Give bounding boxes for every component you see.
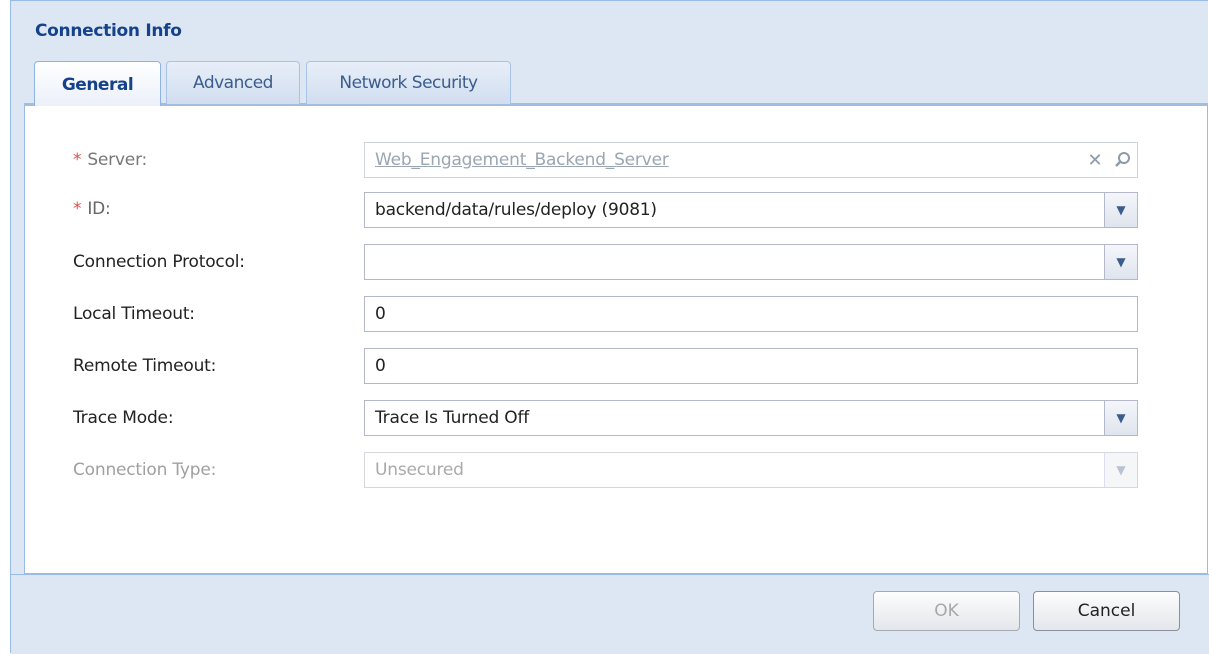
connection-info-dialog: Connection Info General Advanced Network… [10, 0, 1209, 654]
tab-network-security[interactable]: Network Security [306, 61, 511, 104]
tab-general[interactable]: General [34, 61, 161, 107]
tab-strip: General Advanced Network Security [24, 53, 1208, 107]
remote-timeout-input[interactable]: 0 [364, 348, 1138, 384]
local-timeout-label: Local Timeout: [73, 304, 195, 324]
tab-advanced[interactable]: Advanced [166, 61, 300, 104]
dialog-footer: OK Cancel [11, 574, 1209, 654]
connection-protocol-label: Connection Protocol: [73, 252, 245, 272]
server-label: * Server: [73, 150, 148, 170]
connection-type-label: Connection Type: [73, 460, 217, 480]
trace-mode-combobox[interactable]: Trace Is Turned Off ▼ [364, 400, 1138, 436]
trace-mode-value[interactable]: Trace Is Turned Off [365, 408, 1104, 428]
server-field[interactable]: Web_Engagement_Backend_Server ✕ [364, 142, 1138, 178]
local-timeout-input[interactable]: 0 [364, 296, 1138, 332]
chevron-down-icon[interactable]: ▼ [1104, 193, 1137, 227]
id-label: * ID: [73, 199, 111, 219]
chevron-down-icon: ▼ [1104, 453, 1137, 487]
clear-icon[interactable]: ✕ [1081, 143, 1109, 177]
server-value[interactable]: Web_Engagement_Backend_Server [365, 150, 1081, 170]
chevron-down-icon[interactable]: ▼ [1104, 245, 1137, 279]
connection-type-combobox: Unsecured ▼ [364, 452, 1138, 488]
chevron-down-icon[interactable]: ▼ [1104, 401, 1137, 435]
connection-type-value: Unsecured [375, 460, 464, 480]
dialog-title: Connection Info [35, 21, 182, 41]
general-panel: * Server: Web_Engagement_Backend_Server ✕… [24, 106, 1208, 574]
remote-timeout-value[interactable]: 0 [365, 356, 1137, 376]
trace-mode-label: Trace Mode: [73, 408, 174, 428]
search-icon[interactable] [1109, 143, 1137, 177]
ok-button[interactable]: OK [873, 591, 1020, 631]
connection-protocol-combobox[interactable]: ▼ [364, 244, 1138, 280]
id-value[interactable]: backend/data/rules/deploy (9081) [365, 200, 1104, 220]
required-marker: * [73, 199, 82, 219]
cancel-button[interactable]: Cancel [1033, 591, 1180, 631]
id-combobox[interactable]: backend/data/rules/deploy (9081) ▼ [364, 192, 1138, 228]
remote-timeout-label: Remote Timeout: [73, 356, 217, 376]
local-timeout-value[interactable]: 0 [365, 304, 1137, 324]
required-marker: * [73, 150, 82, 170]
